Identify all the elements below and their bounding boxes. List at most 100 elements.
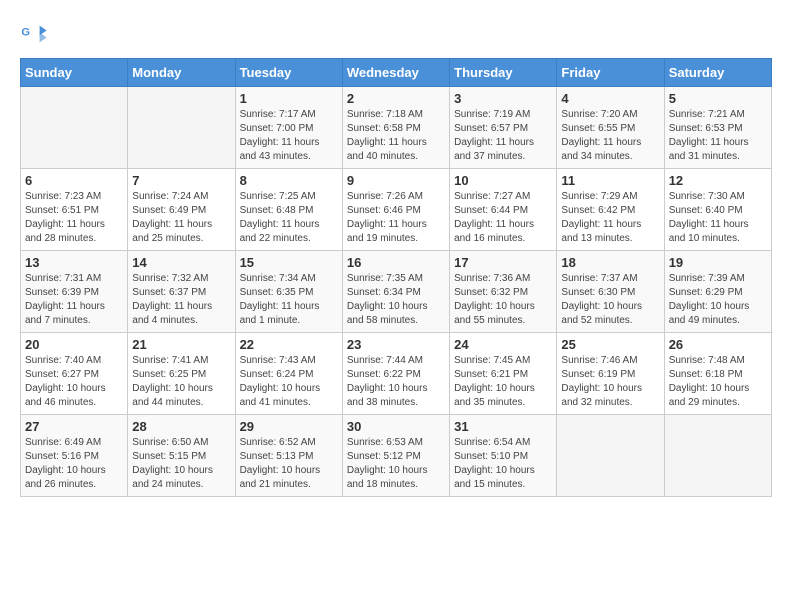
day-number-26: 26 (669, 337, 767, 352)
day-info-24: Sunrise: 7:45 AM Sunset: 6:21 PM Dayligh… (454, 354, 552, 410)
cell-4-1: 28 Sunrise: 6:50 AM Sunset: 5:15 PM Dayli… (128, 415, 235, 497)
day-number-15: 15 (240, 255, 338, 270)
day-number-25: 25 (561, 337, 659, 352)
day-info-20: Sunrise: 7:40 AM Sunset: 6:27 PM Dayligh… (25, 354, 123, 410)
day-info-18: Sunrise: 7:37 AM Sunset: 6:30 PM Dayligh… (561, 272, 659, 328)
day-info-26: Sunrise: 7:48 AM Sunset: 6:18 PM Dayligh… (669, 354, 767, 410)
day-number-14: 14 (132, 255, 230, 270)
col-monday: Monday (128, 59, 235, 87)
col-tuesday: Tuesday (235, 59, 342, 87)
day-info-1: Sunrise: 7:17 AM Sunset: 7:00 PM Dayligh… (240, 108, 338, 164)
col-sunday: Sunday (21, 59, 128, 87)
col-wednesday: Wednesday (342, 59, 449, 87)
day-info-13: Sunrise: 7:31 AM Sunset: 6:39 PM Dayligh… (25, 272, 123, 328)
cell-2-2: 15 Sunrise: 7:34 AM Sunset: 6:35 PM Dayli… (235, 251, 342, 333)
cell-1-4: 10 Sunrise: 7:27 AM Sunset: 6:44 PM Dayli… (450, 169, 557, 251)
day-number-8: 8 (240, 173, 338, 188)
day-number-22: 22 (240, 337, 338, 352)
day-number-17: 17 (454, 255, 552, 270)
day-number-29: 29 (240, 419, 338, 434)
day-info-14: Sunrise: 7:32 AM Sunset: 6:37 PM Dayligh… (132, 272, 230, 328)
day-number-30: 30 (347, 419, 445, 434)
logo-icon: G (20, 20, 48, 48)
cell-4-5 (557, 415, 664, 497)
day-info-21: Sunrise: 7:41 AM Sunset: 6:25 PM Dayligh… (132, 354, 230, 410)
day-number-7: 7 (132, 173, 230, 188)
day-info-15: Sunrise: 7:34 AM Sunset: 6:35 PM Dayligh… (240, 272, 338, 328)
cell-0-3: 2Sunrise: 7:18 AM Sunset: 6:58 PM Daylig… (342, 87, 449, 169)
cell-3-4: 24 Sunrise: 7:45 AM Sunset: 6:21 PM Dayli… (450, 333, 557, 415)
logo: G (20, 20, 52, 48)
cell-0-0 (21, 87, 128, 169)
cell-1-2: 8 Sunrise: 7:25 AM Sunset: 6:48 PM Daylig… (235, 169, 342, 251)
week-row-4: 27 Sunrise: 6:49 AM Sunset: 5:16 PM Dayli… (21, 415, 772, 497)
cell-2-5: 18 Sunrise: 7:37 AM Sunset: 6:30 PM Dayli… (557, 251, 664, 333)
col-thursday: Thursday (450, 59, 557, 87)
day-info-28: Sunrise: 6:50 AM Sunset: 5:15 PM Dayligh… (132, 436, 230, 492)
cell-4-0: 27 Sunrise: 6:49 AM Sunset: 5:16 PM Dayli… (21, 415, 128, 497)
cell-1-1: 7Sunrise: 7:24 AM Sunset: 6:49 PM Daylig… (128, 169, 235, 251)
day-number-5: 5 (669, 91, 767, 106)
cell-3-3: 23 Sunrise: 7:44 AM Sunset: 6:22 PM Dayli… (342, 333, 449, 415)
cell-1-6: 12 Sunrise: 7:30 AM Sunset: 6:40 PM Dayli… (664, 169, 771, 251)
day-number-27: 27 (25, 419, 123, 434)
day-number-9: 9 (347, 173, 445, 188)
day-info-23: Sunrise: 7:44 AM Sunset: 6:22 PM Dayligh… (347, 354, 445, 410)
day-number-12: 12 (669, 173, 767, 188)
day-number-4: 4 (561, 91, 659, 106)
day-info-5: Sunrise: 7:21 AM Sunset: 6:53 PM Dayligh… (669, 108, 767, 164)
cell-1-5: 11 Sunrise: 7:29 AM Sunset: 6:42 PM Dayli… (557, 169, 664, 251)
day-number-24: 24 (454, 337, 552, 352)
day-info-27: Sunrise: 6:49 AM Sunset: 5:16 PM Dayligh… (25, 436, 123, 492)
cell-3-6: 26 Sunrise: 7:48 AM Sunset: 6:18 PM Dayli… (664, 333, 771, 415)
day-info-12: Sunrise: 7:30 AM Sunset: 6:40 PM Dayligh… (669, 190, 767, 246)
day-info-25: Sunrise: 7:46 AM Sunset: 6:19 PM Dayligh… (561, 354, 659, 410)
calendar-header-row: Sunday Monday Tuesday Wednesday Thursday… (21, 59, 772, 87)
day-number-21: 21 (132, 337, 230, 352)
week-row-2: 13 Sunrise: 7:31 AM Sunset: 6:39 PM Dayli… (21, 251, 772, 333)
day-number-18: 18 (561, 255, 659, 270)
calendar-body: 1Sunrise: 7:17 AM Sunset: 7:00 PM Daylig… (21, 87, 772, 497)
day-info-22: Sunrise: 7:43 AM Sunset: 6:24 PM Dayligh… (240, 354, 338, 410)
col-friday: Friday (557, 59, 664, 87)
cell-2-1: 14 Sunrise: 7:32 AM Sunset: 6:37 PM Dayli… (128, 251, 235, 333)
cell-0-5: 4 Sunrise: 7:20 AM Sunset: 6:55 PM Daylig… (557, 87, 664, 169)
cell-0-4: 3Sunrise: 7:19 AM Sunset: 6:57 PM Daylig… (450, 87, 557, 169)
cell-1-3: 9 Sunrise: 7:26 AM Sunset: 6:46 PM Daylig… (342, 169, 449, 251)
cell-1-0: 6 Sunrise: 7:23 AM Sunset: 6:51 PM Daylig… (21, 169, 128, 251)
day-number-11: 11 (561, 173, 659, 188)
week-row-3: 20 Sunrise: 7:40 AM Sunset: 6:27 PM Dayli… (21, 333, 772, 415)
day-info-4: Sunrise: 7:20 AM Sunset: 6:55 PM Dayligh… (561, 108, 659, 164)
calendar-table: Sunday Monday Tuesday Wednesday Thursday… (20, 58, 772, 497)
day-info-6: Sunrise: 7:23 AM Sunset: 6:51 PM Dayligh… (25, 190, 123, 246)
day-info-19: Sunrise: 7:39 AM Sunset: 6:29 PM Dayligh… (669, 272, 767, 328)
week-row-1: 6 Sunrise: 7:23 AM Sunset: 6:51 PM Daylig… (21, 169, 772, 251)
day-number-19: 19 (669, 255, 767, 270)
day-info-17: Sunrise: 7:36 AM Sunset: 6:32 PM Dayligh… (454, 272, 552, 328)
cell-2-0: 13 Sunrise: 7:31 AM Sunset: 6:39 PM Dayli… (21, 251, 128, 333)
day-number-23: 23 (347, 337, 445, 352)
day-info-10: Sunrise: 7:27 AM Sunset: 6:44 PM Dayligh… (454, 190, 552, 246)
cell-3-5: 25 Sunrise: 7:46 AM Sunset: 6:19 PM Dayli… (557, 333, 664, 415)
day-info-2: Sunrise: 7:18 AM Sunset: 6:58 PM Dayligh… (347, 108, 445, 164)
cell-4-6 (664, 415, 771, 497)
cell-2-3: 16Sunrise: 7:35 AM Sunset: 6:34 PM Dayli… (342, 251, 449, 333)
cell-0-2: 1Sunrise: 7:17 AM Sunset: 7:00 PM Daylig… (235, 87, 342, 169)
day-info-11: Sunrise: 7:29 AM Sunset: 6:42 PM Dayligh… (561, 190, 659, 246)
day-number-10: 10 (454, 173, 552, 188)
day-number-31: 31 (454, 419, 552, 434)
cell-3-2: 22 Sunrise: 7:43 AM Sunset: 6:24 PM Dayli… (235, 333, 342, 415)
cell-0-6: 5 Sunrise: 7:21 AM Sunset: 6:53 PM Daylig… (664, 87, 771, 169)
day-number-20: 20 (25, 337, 123, 352)
day-info-29: Sunrise: 6:52 AM Sunset: 5:13 PM Dayligh… (240, 436, 338, 492)
day-info-9: Sunrise: 7:26 AM Sunset: 6:46 PM Dayligh… (347, 190, 445, 246)
day-number-13: 13 (25, 255, 123, 270)
day-info-8: Sunrise: 7:25 AM Sunset: 6:48 PM Dayligh… (240, 190, 338, 246)
svg-text:G: G (21, 26, 30, 38)
cell-3-1: 21 Sunrise: 7:41 AM Sunset: 6:25 PM Dayli… (128, 333, 235, 415)
day-number-28: 28 (132, 419, 230, 434)
page-header: G (20, 20, 772, 48)
day-number-6: 6 (25, 173, 123, 188)
cell-4-4: 31Sunrise: 6:54 AM Sunset: 5:10 PM Dayli… (450, 415, 557, 497)
cell-4-3: 30Sunrise: 6:53 AM Sunset: 5:12 PM Dayli… (342, 415, 449, 497)
